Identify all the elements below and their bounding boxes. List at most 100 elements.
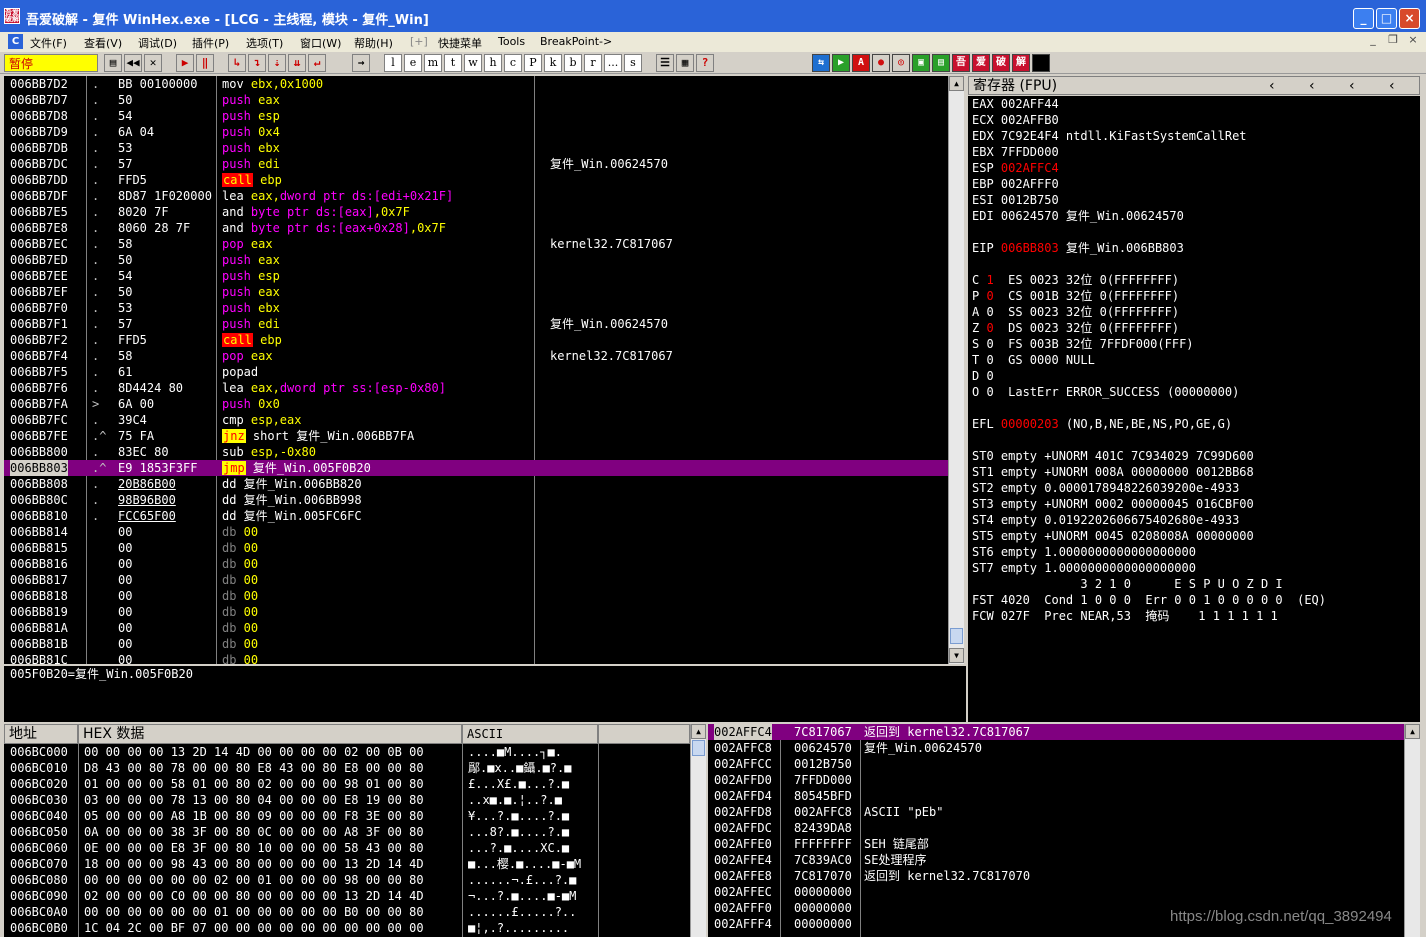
disasm-row[interactable]: 006BB810. FCC65F00 dd 复件_Win.005FC6FC bbox=[4, 508, 948, 524]
reg-prev-icon-3[interactable]: ‹ bbox=[1349, 77, 1355, 95]
stack-row[interactable]: 002AFFD4 80545BFD bbox=[708, 788, 1404, 804]
register-line[interactable]: EDI 00624570 复件_Win.00624570 bbox=[972, 208, 1184, 224]
disasm-row[interactable]: 006BB7E8. 8060 28 7F and byte ptr ds:[eax+… bbox=[4, 220, 948, 236]
stack-row[interactable]: 002AFFD8 002AFFC8 ASCII "pEb" bbox=[708, 804, 1404, 820]
menu-file[interactable]: 文件(F) bbox=[30, 35, 67, 51]
scroll-thumb[interactable] bbox=[950, 628, 963, 644]
plugin-disc-icon[interactable]: ◎ bbox=[892, 54, 910, 72]
goto-icon[interactable]: → bbox=[352, 54, 370, 72]
register-line[interactable]: EBX 7FFDD000 bbox=[972, 144, 1059, 160]
disasm-row[interactable]: 006BB81C 00 db 00 bbox=[4, 652, 948, 664]
open-icon[interactable]: ▤ bbox=[104, 54, 122, 72]
windows-button[interactable]: w bbox=[464, 54, 482, 72]
brand-ai-icon[interactable]: 爱 bbox=[972, 54, 990, 72]
disasm-row[interactable]: 006BB7DB. 53 push ebx bbox=[4, 140, 948, 156]
register-line[interactable]: ESI 0012B750 bbox=[972, 192, 1059, 208]
grid-icon[interactable]: ▦ bbox=[676, 54, 694, 72]
disasm-row[interactable]: 006BB7F2. FFD5 call ebp bbox=[4, 332, 948, 348]
trace-over-icon[interactable]: ⇊ bbox=[288, 54, 306, 72]
disasm-row[interactable]: 006BB7F4. 58 pop eax kernel32.7C817067 bbox=[4, 348, 948, 364]
maximize-button[interactable]: □ bbox=[1376, 8, 1397, 29]
register-line[interactable]: 3 2 1 0 E S P U O Z D I bbox=[972, 576, 1282, 592]
dump-row[interactable]: 006BC060 0E 00 00 00 E8 3F 00 80 10 00 00… bbox=[4, 840, 690, 856]
register-line[interactable]: C 1 ES 0023 32位 0(FFFFFFFF) bbox=[972, 272, 1179, 288]
register-line[interactable]: ST1 empty +UNORM 008A 00000000 0012BB68 bbox=[972, 464, 1254, 480]
dump-row[interactable]: 006BC090 02 00 00 00 C0 00 00 80 00 00 00… bbox=[4, 888, 690, 904]
run-icon[interactable]: ▶ bbox=[176, 54, 194, 72]
close-button[interactable]: × bbox=[1399, 8, 1420, 29]
mdi-restore-icon[interactable]: ❐ bbox=[1386, 33, 1400, 47]
disasm-row[interactable]: 006BB7F0. 53 push ebx bbox=[4, 300, 948, 316]
step-over-icon[interactable]: ↴ bbox=[248, 54, 266, 72]
register-line[interactable]: ST0 empty +UNORM 401C 7C934029 7C99D600 bbox=[972, 448, 1254, 464]
stack-row[interactable]: 002AFFDC 82439DA8 bbox=[708, 820, 1404, 836]
disasm-row[interactable]: 006BB819 00 db 00 bbox=[4, 604, 948, 620]
scroll-up-icon[interactable]: ▲ bbox=[949, 76, 964, 91]
dump-header-ascii[interactable]: ASCII bbox=[462, 724, 598, 744]
list-icon[interactable]: ☰ bbox=[656, 54, 674, 72]
register-line[interactable]: O 0 LastErr ERROR_SUCCESS (00000000) bbox=[972, 384, 1239, 400]
call-stack-button[interactable]: k bbox=[544, 54, 562, 72]
disassembly-scrollbar[interactable]: ▲ ▼ bbox=[948, 76, 964, 664]
register-line[interactable]: EAX 002AFF44 bbox=[972, 96, 1059, 112]
register-line[interactable]: ST5 empty +UNORM 0045 0208008A 00000000 bbox=[972, 528, 1254, 544]
stack-row[interactable]: 002AFFC8 00624570 复件_Win.00624570 bbox=[708, 740, 1404, 756]
plugin-board-icon[interactable]: ▤ bbox=[932, 54, 950, 72]
brand-po-icon[interactable]: 破 bbox=[992, 54, 1010, 72]
help-icon[interactable]: ? bbox=[696, 54, 714, 72]
dump-row[interactable]: 006BC070 18 00 00 00 98 43 00 80 00 00 00… bbox=[4, 856, 690, 872]
register-line[interactable]: ST7 empty 1.0000000000000000000 bbox=[972, 560, 1196, 576]
register-line[interactable]: P 0 CS 001B 32位 0(FFFFFFFF) bbox=[972, 288, 1179, 304]
disassembly-pane[interactable]: 006BB7D2. BB 00100000 mov ebx,0x1000 006BB7… bbox=[4, 76, 948, 664]
disasm-row[interactable]: 006BB7F5. 61 popad bbox=[4, 364, 948, 380]
hex-dump-pane[interactable]: 006BC000 00 00 00 00 13 2D 14 4D 00 00 00… bbox=[4, 744, 690, 937]
stack-row[interactable]: 002AFFCC 0012B750 bbox=[708, 756, 1404, 772]
stack-row[interactable]: 002AFFE8 7C817070 返回到 kernel32.7C817070 bbox=[708, 868, 1404, 884]
plugin-black-icon[interactable] bbox=[1032, 54, 1050, 72]
plugin-a-icon[interactable]: A bbox=[852, 54, 870, 72]
minimize-button[interactable]: _ bbox=[1353, 8, 1374, 29]
plugin-refresh-icon[interactable]: ⇆ bbox=[812, 54, 830, 72]
stack-scrollbar[interactable]: ▲ bbox=[1404, 724, 1420, 937]
dump-row[interactable]: 006BC010 D8 43 00 80 78 00 00 80 E8 43 00… bbox=[4, 760, 690, 776]
plugin-target-icon[interactable]: ● bbox=[872, 54, 890, 72]
dump-scroll-thumb[interactable] bbox=[692, 740, 705, 756]
step-into-icon[interactable]: ↳ bbox=[228, 54, 246, 72]
dump-row[interactable]: 006BC030 03 00 00 00 78 13 00 80 04 00 00… bbox=[4, 792, 690, 808]
register-line[interactable]: ST6 empty 1.0000000000000000000 bbox=[972, 544, 1196, 560]
register-line[interactable]: D 0 bbox=[972, 368, 994, 384]
handles-button[interactable]: h bbox=[484, 54, 502, 72]
menu-debug[interactable]: 调试(D) bbox=[138, 35, 177, 51]
disasm-row[interactable]: 006BB7F6. 8D4424 80 lea eax,dword ptr ss:[… bbox=[4, 380, 948, 396]
cpu-button[interactable]: c bbox=[504, 54, 522, 72]
disasm-row[interactable]: 006BB7D8. 54 push esp bbox=[4, 108, 948, 124]
disasm-row[interactable]: 006BB814 00 db 00 bbox=[4, 524, 948, 540]
dump-header-address[interactable]: 地址 bbox=[4, 724, 78, 744]
scroll-down-icon[interactable]: ▼ bbox=[949, 648, 964, 663]
dump-row[interactable]: 006BC0A0 00 00 00 00 00 00 01 00 00 00 00… bbox=[4, 904, 690, 920]
register-line[interactable]: ECX 002AFFB0 bbox=[972, 112, 1059, 128]
references-button[interactable]: r bbox=[584, 54, 602, 72]
register-line[interactable]: FST 4020 Cond 1 0 0 0 Err 0 0 1 0 0 0 0 … bbox=[972, 592, 1326, 608]
disasm-row[interactable]: 006BB7EC. 58 pop eax kernel32.7C817067 bbox=[4, 236, 948, 252]
run-trace-button[interactable]: ... bbox=[604, 54, 622, 72]
reg-prev-icon-1[interactable]: ‹ bbox=[1269, 77, 1275, 95]
dump-header-hex[interactable]: HEX 数据 bbox=[78, 724, 462, 744]
register-line[interactable]: A 0 SS 0023 32位 0(FFFFFFFF) bbox=[972, 304, 1179, 320]
pause-icon[interactable]: ‖ bbox=[196, 54, 214, 72]
menu-plus[interactable]: [+] bbox=[410, 35, 428, 48]
disasm-row[interactable]: 006BB803 .^ E9 1853F3FF jmp 复件_Win.005F0B20 bbox=[4, 460, 948, 476]
register-line[interactable]: S 0 FS 003B 32位 7FFDF000(FFF) bbox=[972, 336, 1194, 352]
stack-row[interactable]: 002AFFEC 00000000 bbox=[708, 884, 1404, 900]
mdi-close-icon[interactable]: × bbox=[1406, 33, 1420, 47]
disasm-row[interactable]: 006BB7DF. 8D87 1F020000 lea eax,dword ptr … bbox=[4, 188, 948, 204]
disasm-row[interactable]: 006BB808. 20B86B00 dd 复件_Win.006BB820 bbox=[4, 476, 948, 492]
disasm-row[interactable]: 006BB7FC. 39C4 cmp esp,eax bbox=[4, 412, 948, 428]
reg-prev-icon-4[interactable]: ‹ bbox=[1389, 77, 1395, 95]
disasm-row[interactable]: 006BB7EF. 50 push eax bbox=[4, 284, 948, 300]
register-line[interactable]: EDX 7C92E4F4 ntdll.KiFastSystemCallRet bbox=[972, 128, 1247, 144]
disasm-row[interactable]: 006BB81B 00 db 00 bbox=[4, 636, 948, 652]
reg-prev-icon-2[interactable]: ‹ bbox=[1309, 77, 1315, 95]
dump-row[interactable]: 006BC040 05 00 00 00 A8 1B 00 80 09 00 00… bbox=[4, 808, 690, 824]
source-button[interactable]: s bbox=[624, 54, 642, 72]
